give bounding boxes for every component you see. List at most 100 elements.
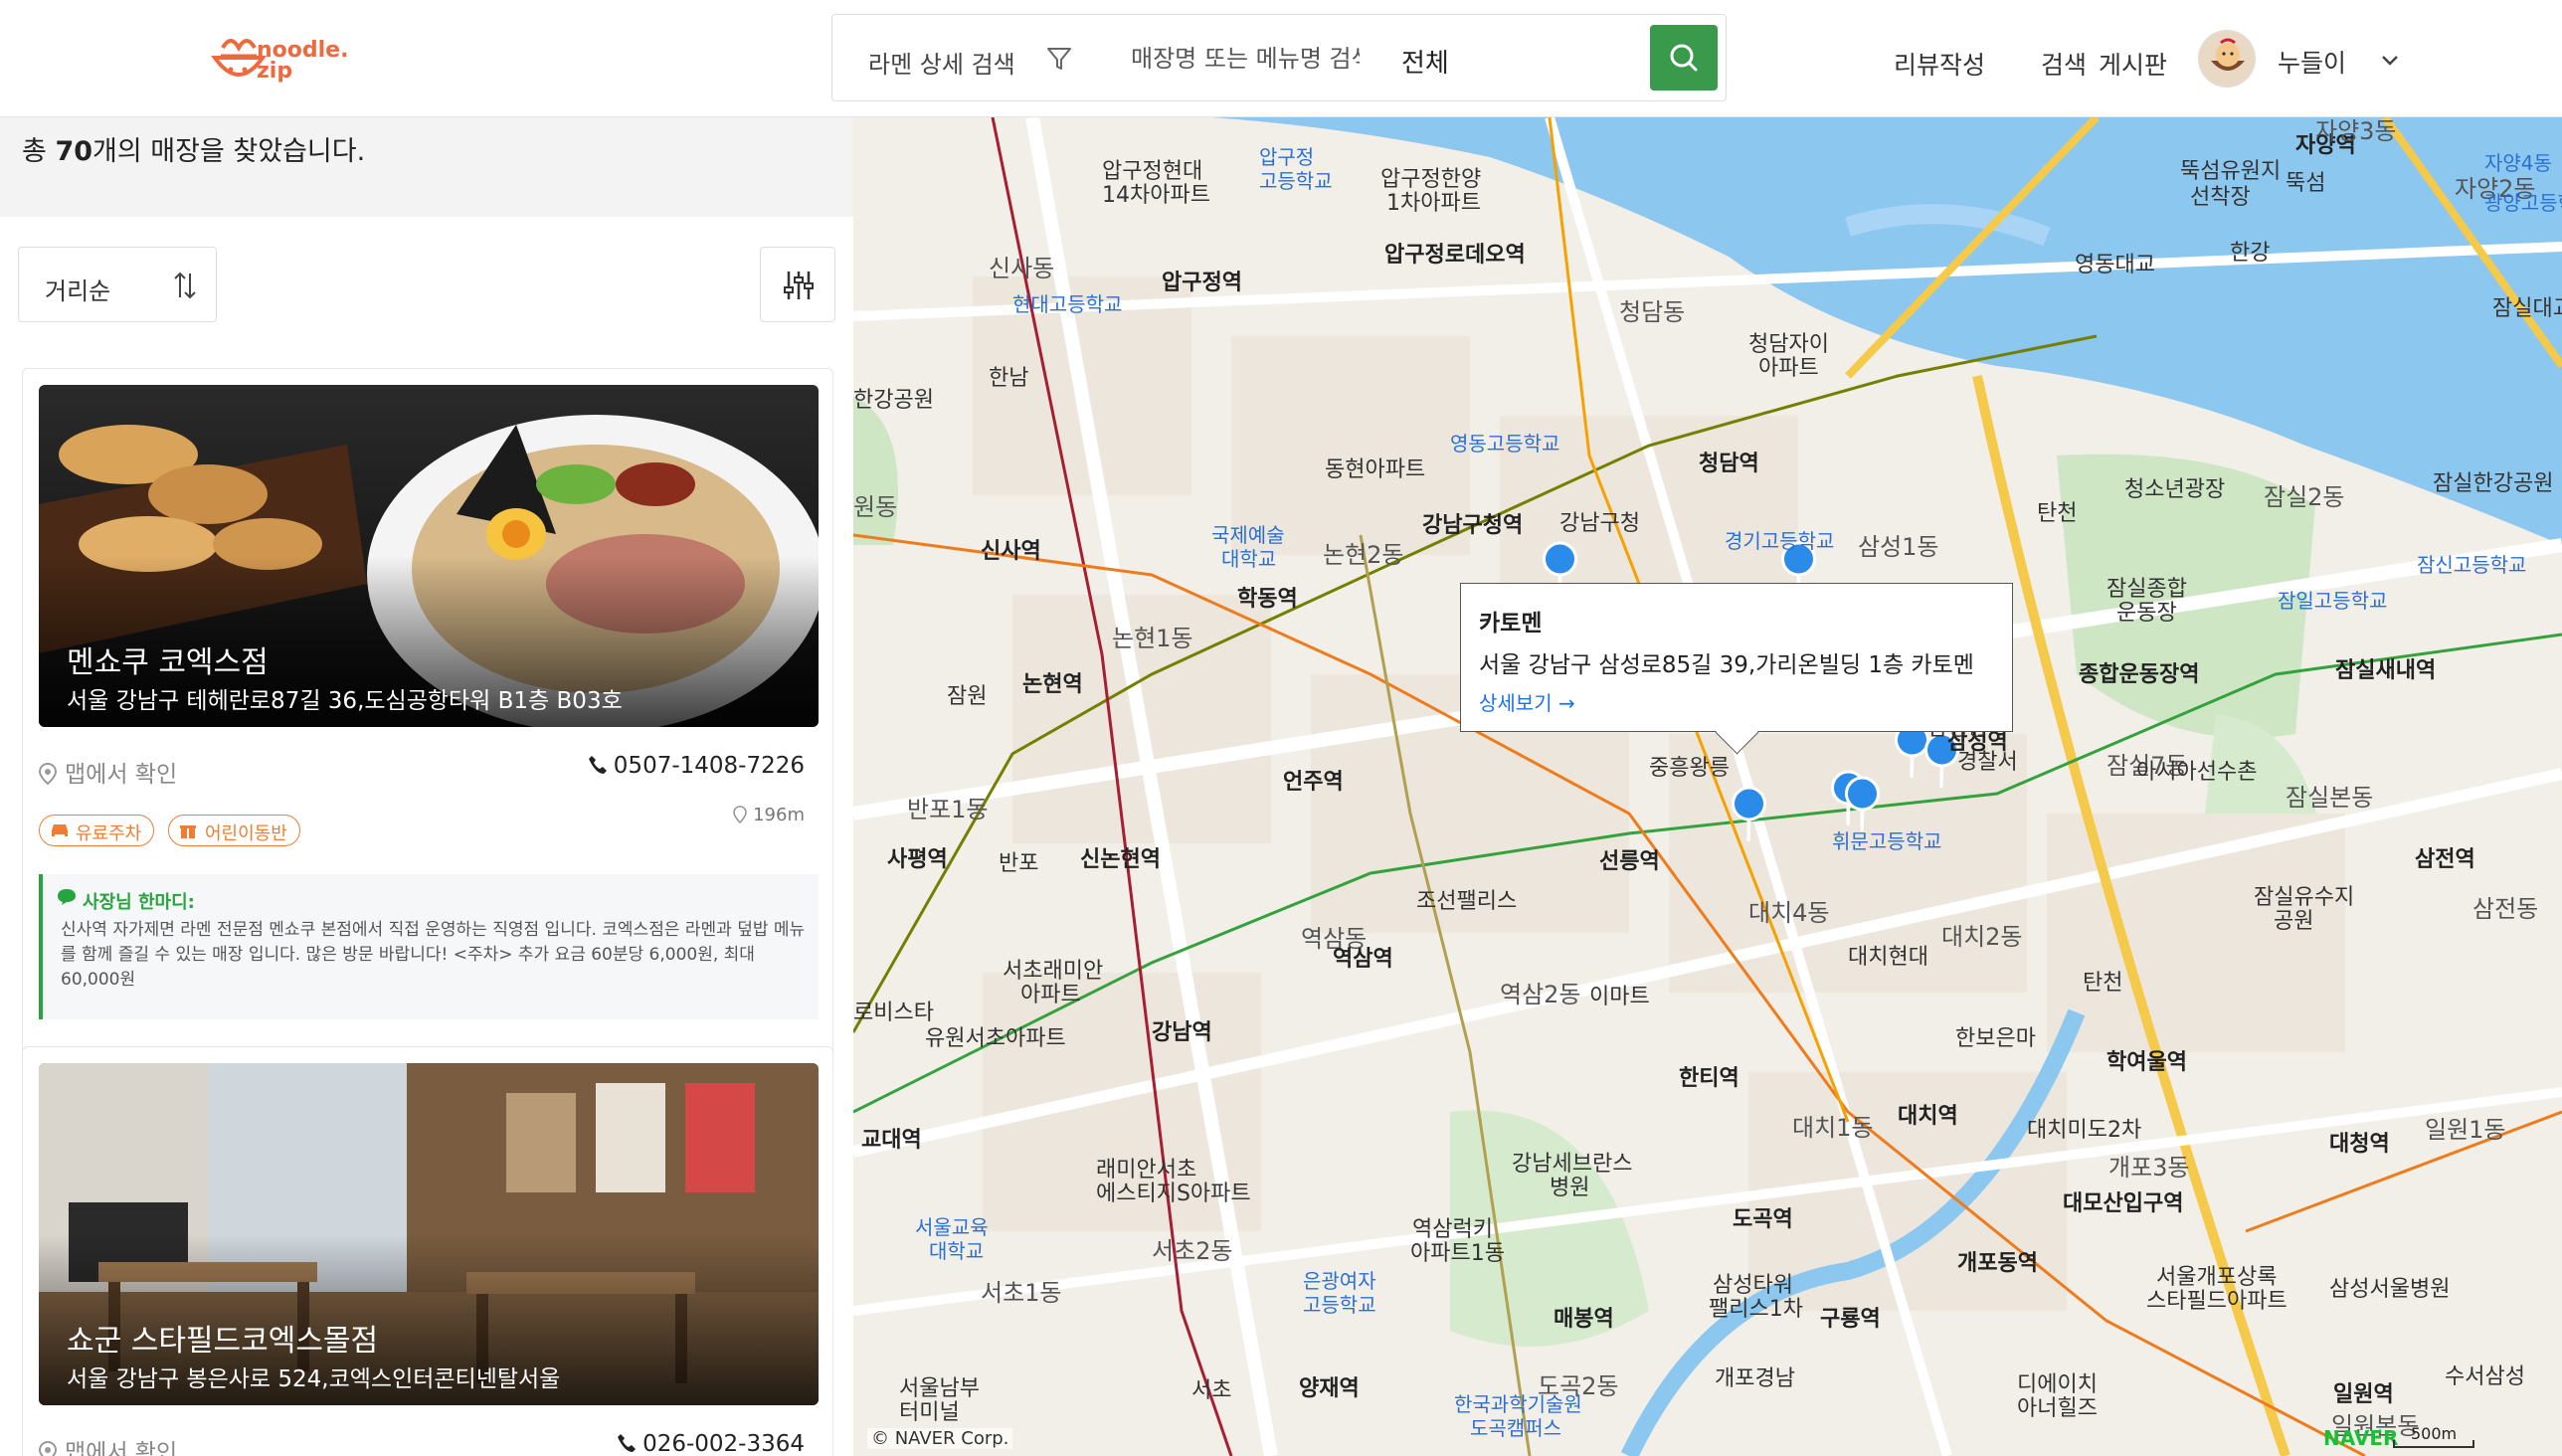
sliders-icon — [784, 272, 814, 299]
map-label: 삼성1동 — [1858, 533, 1939, 561]
map-label: 자양4동 — [2484, 151, 2552, 175]
avatar[interactable] — [2198, 30, 2256, 88]
map-label: 한티역 — [1679, 1066, 1739, 1091]
map-view[interactable]: 자양역 자양3동 뚝섬 자양2동 광양고등학교 뚝섬유원지 선착장 한강 영동대… — [853, 117, 2562, 1456]
map-label: 한강 — [2230, 241, 2271, 266]
sort-dropdown[interactable]: 거리순 — [18, 247, 217, 322]
view-on-map-text: 맵에서 확인 — [65, 1440, 178, 1456]
nav-search[interactable]: 검색 — [2041, 46, 2087, 82]
map-label: 터미널 — [899, 1400, 960, 1425]
store-photo[interactable]: 멘쇼쿠 코엑스점 서울 강남구 테헤란로87길 36,도심공항타워 B1층 B0… — [39, 385, 819, 727]
map-label: 현대고등학교 — [1012, 292, 1123, 316]
popup-detail-link[interactable]: 상세보기 → — [1479, 687, 1575, 716]
map-label: 원동 — [853, 493, 898, 521]
map-label: 잠실한강공원 — [2433, 471, 2554, 496]
view-on-map-link[interactable]: 맵에서 확인 — [38, 1433, 178, 1456]
map-label: 대치미도2차 — [2027, 1118, 2142, 1143]
map-label: 논현2동 — [1323, 541, 1404, 569]
map-label: 영동고등학교 — [1450, 432, 1560, 455]
map-label: 도곡역 — [1733, 1207, 1793, 1232]
map-label: 사평역 — [887, 847, 948, 872]
tag-label: 유료주차 — [76, 823, 142, 844]
map-label: 동현아파트 — [1325, 457, 1426, 482]
map-label: 대치4동 — [1748, 899, 1830, 927]
search-button[interactable] — [1650, 25, 1718, 91]
map-label: 교대역 — [861, 1128, 922, 1153]
naver-logo: NAVER — [2323, 1426, 2399, 1450]
location-pin-icon — [733, 806, 747, 824]
logo-text-noodle: noodle. — [257, 38, 349, 63]
map-label: 대모산입구역 — [2063, 1191, 2184, 1216]
map-label: 서초2동 — [1152, 1237, 1233, 1265]
map-label: 논현1동 — [1112, 625, 1193, 652]
nav-write-review[interactable]: 리뷰작성 — [1894, 46, 1985, 82]
map-label: 매봉역 — [1554, 1307, 1614, 1332]
map-label: 대치2동 — [1941, 923, 2023, 951]
map-label: 대치현대 — [1848, 945, 1928, 970]
map-label: 자양3동 — [2315, 117, 2397, 145]
search-input[interactable] — [1131, 39, 1360, 79]
nav-board[interactable]: 게시판 — [2099, 46, 2167, 82]
map-label: 팰리스1차 — [1709, 1297, 1803, 1322]
map-label: 병원 — [1550, 1176, 1590, 1200]
store-phone[interactable]: 026-002-3364 — [617, 1431, 805, 1456]
result-count-number: 70 — [55, 136, 93, 167]
map-label: 삼성서울병원 — [2329, 1277, 2451, 1302]
phone-icon — [618, 1434, 637, 1452]
car-icon — [52, 824, 68, 836]
map-label: 운동장 — [2116, 601, 2177, 626]
map-label: 논현역 — [1022, 672, 1083, 697]
map-label: 대학교 — [1221, 547, 1277, 571]
detail-search-toggle[interactable]: 라멘 상세 검색 — [868, 45, 1015, 80]
map-label: 압구정로데오역 — [1384, 243, 1526, 268]
map-label: 스타필드아파트 — [2146, 1289, 2288, 1314]
map-label: 강남구청역 — [1422, 513, 1524, 538]
store-distance: 196m — [733, 805, 805, 825]
map-label: 반포 — [999, 851, 1039, 876]
map-label: 잠실2동 — [2264, 483, 2345, 511]
owner-message-text: 신사역 자가제면 라멘 전문점 멘쇼쿠 본점에서 직접 운영하는 직영점 입니다… — [61, 920, 806, 990]
store-card[interactable]: 쇼군 스타필드코엑스몰점 서울 강남구 봉은사로 524,코엑스인터콘티넨탈서울… — [22, 1046, 833, 1456]
map-label: 일원역 — [2333, 1382, 2394, 1407]
map-label: 역삼역 — [1333, 947, 1393, 972]
username[interactable]: 누들이 — [2278, 44, 2346, 80]
view-on-map-text: 맵에서 확인 — [65, 762, 178, 788]
map-label: 신사동 — [989, 255, 1055, 282]
map-label: 강남구청 — [1559, 511, 1640, 536]
map-label: 잠실본동 — [2286, 784, 2374, 812]
search-bar: 라멘 상세 검색 전체 — [831, 14, 1727, 101]
filter-icon[interactable] — [1045, 45, 1073, 73]
map-label: 아파트 — [1020, 983, 1081, 1007]
store-photo[interactable]: 쇼군 스타필드코엑스몰점 서울 강남구 봉은사로 524,코엑스인터콘티넨탈서울 — [39, 1063, 819, 1405]
owner-message: 사장님 한마디: 신사역 자가제면 라멘 전문점 멘쇼쿠 본점에서 직접 운영하… — [39, 874, 819, 1019]
map-label: 일원1동 — [2425, 1116, 2506, 1144]
map-label: 한남 — [989, 366, 1029, 391]
store-phone[interactable]: 0507-1408-7226 — [588, 753, 805, 779]
map-label: 개포3동 — [2108, 1154, 2190, 1182]
map-label: 잠실새내역 — [2335, 658, 2437, 683]
store-name: 멘쇼쿠 코엑스점 — [67, 645, 269, 680]
noodle-zip-logo[interactable]: noodle. zip — [209, 30, 358, 90]
store-card[interactable]: 멘쇼쿠 코엑스점 서울 강남구 테헤란로87길 36,도심공항타워 B1층 B0… — [22, 368, 833, 1164]
map-label: 청담동 — [1619, 298, 1686, 326]
view-on-map-link[interactable]: 맵에서 확인 — [38, 755, 178, 789]
map-label: 탄천 — [2037, 501, 2078, 526]
store-distance-value: 196m — [753, 805, 805, 825]
map-label: 유원서초아파트 — [925, 1026, 1066, 1051]
map-label: 삼전동 — [2472, 895, 2539, 923]
result-count-suffix: 개의 매장을 찾았습니다. — [92, 136, 366, 167]
result-count: 총 70개의 매장을 찾았습니다. — [22, 129, 365, 168]
map-label: 대청역 — [2329, 1132, 2390, 1157]
map-label: 로비스타 — [853, 1001, 934, 1025]
map-label: 압구정역 — [1162, 271, 1242, 295]
map-label: 수서삼성 — [2445, 1365, 2525, 1389]
chevron-down-icon[interactable] — [2379, 50, 2401, 72]
map-label: 아시아선수촌 — [2136, 760, 2258, 785]
map-label: 고등학교 — [1259, 169, 1333, 193]
map-label: 공원 — [2274, 909, 2314, 934]
filter-settings-button[interactable] — [760, 247, 835, 322]
map-label: 강남역 — [1152, 1020, 1212, 1045]
region-select[interactable]: 전체 — [1401, 43, 1449, 80]
map-label: 언주역 — [1283, 770, 1344, 795]
map-label: 잠원 — [947, 684, 988, 709]
